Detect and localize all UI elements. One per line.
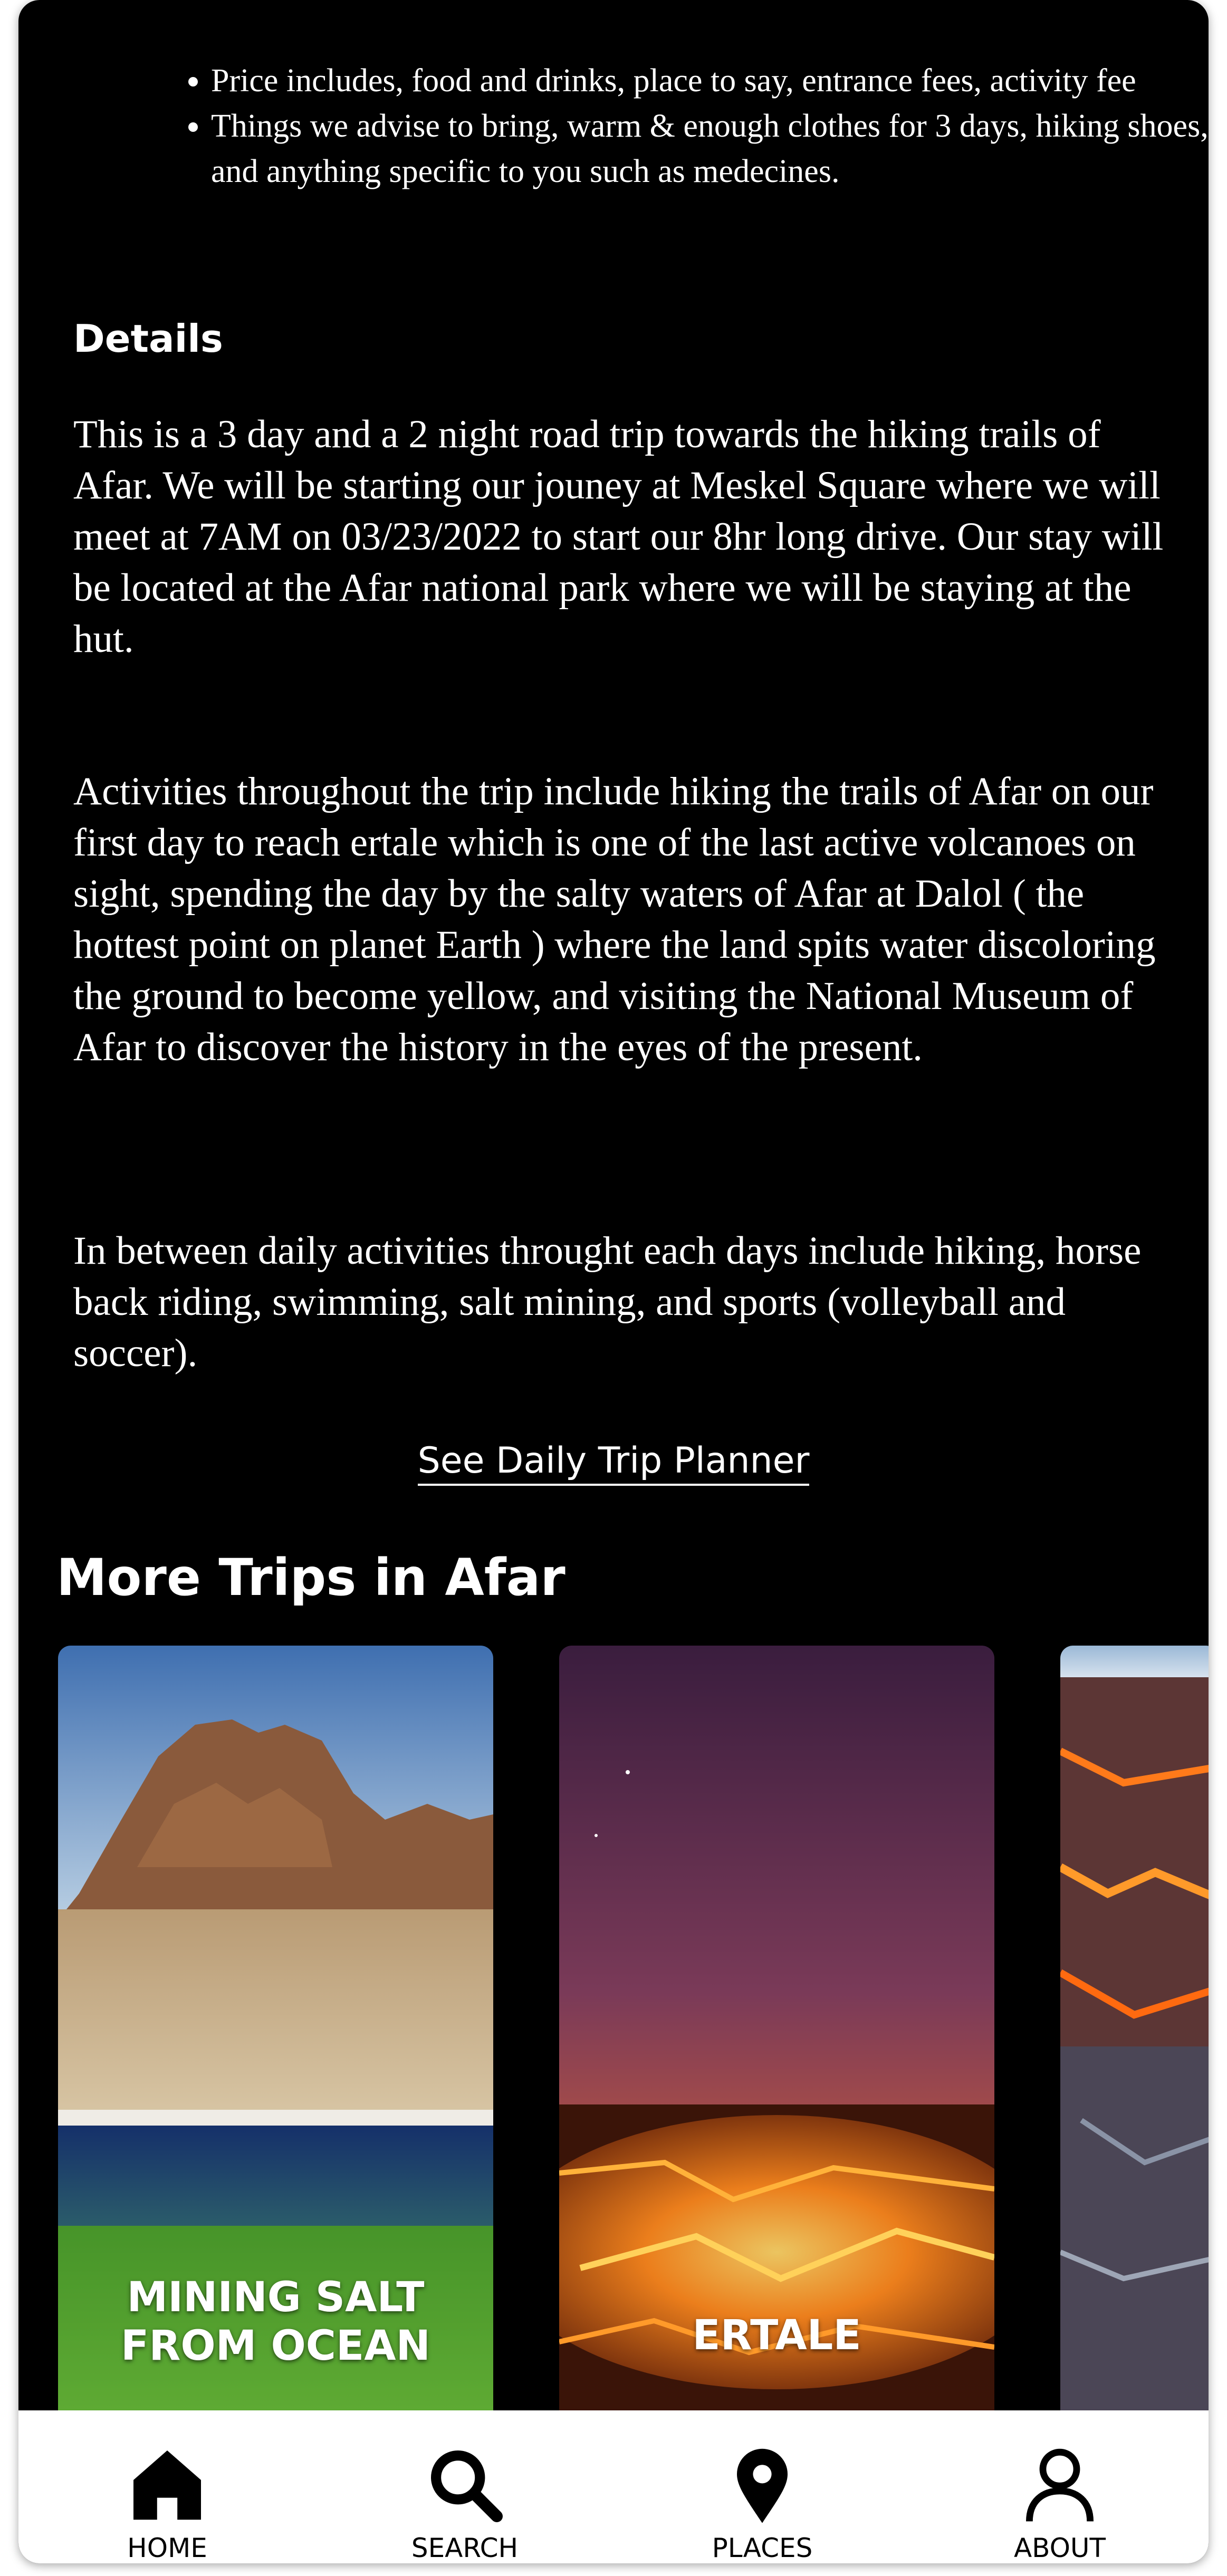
list-item: Things we advise to bring, warm & enough… bbox=[211, 103, 1209, 194]
daily-trip-planner-link[interactable]: See Daily Trip Planner bbox=[18, 1440, 1209, 1486]
nav-item-search[interactable]: SEARCH bbox=[316, 2410, 614, 2563]
details-paragraph-1: This is a 3 day and a 2 night road trip … bbox=[73, 412, 1164, 661]
list-item: Price includes, food and drinks, place t… bbox=[211, 58, 1209, 103]
location-pin-icon bbox=[737, 2448, 788, 2523]
daily-trip-planner-label[interactable]: See Daily Trip Planner bbox=[417, 1440, 810, 1486]
details-paragraph-3: In between daily activities throught eac… bbox=[73, 1229, 1142, 1375]
nav-item-about[interactable]: ABOUT bbox=[911, 2410, 1209, 2563]
details-paragraph-2: Activities throughout the trip include h… bbox=[73, 770, 1156, 1069]
nav-item-home[interactable]: HOME bbox=[18, 2410, 316, 2563]
phone-screen: Price includes, food and drinks, place t… bbox=[18, 0, 1209, 2563]
details-heading: Details bbox=[73, 316, 223, 361]
nav-label-home: HOME bbox=[127, 2533, 207, 2563]
bottom-nav-bar: HOME SEARCH PLACES ABOUT bbox=[18, 2410, 1209, 2563]
nav-label-about: ABOUT bbox=[1013, 2533, 1106, 2563]
trip-notes-list: Price includes, food and drinks, place t… bbox=[148, 58, 1209, 194]
search-icon bbox=[431, 2450, 503, 2522]
nav-label-search: SEARCH bbox=[411, 2533, 519, 2563]
nav-item-places[interactable]: PLACES bbox=[614, 2410, 911, 2563]
volcano-night-image bbox=[559, 1646, 994, 2416]
home-icon bbox=[133, 2450, 201, 2520]
trip-card-title: ERTALE bbox=[692, 2312, 861, 2359]
more-trips-heading: More Trips in Afar bbox=[56, 1548, 565, 1607]
trip-card-lava[interactable] bbox=[1060, 1646, 1209, 2416]
nav-label-places: PLACES bbox=[712, 2533, 813, 2563]
trip-card-title: MINING SALT FROM OCEAN bbox=[121, 2274, 430, 2370]
person-icon bbox=[1026, 2448, 1094, 2522]
trip-card-mining-salt[interactable]: MINING SALT FROM OCEAN bbox=[58, 1646, 493, 2416]
lava-field-image bbox=[1060, 1646, 1209, 2416]
trip-card-ertale[interactable]: ERTALE bbox=[559, 1646, 994, 2416]
